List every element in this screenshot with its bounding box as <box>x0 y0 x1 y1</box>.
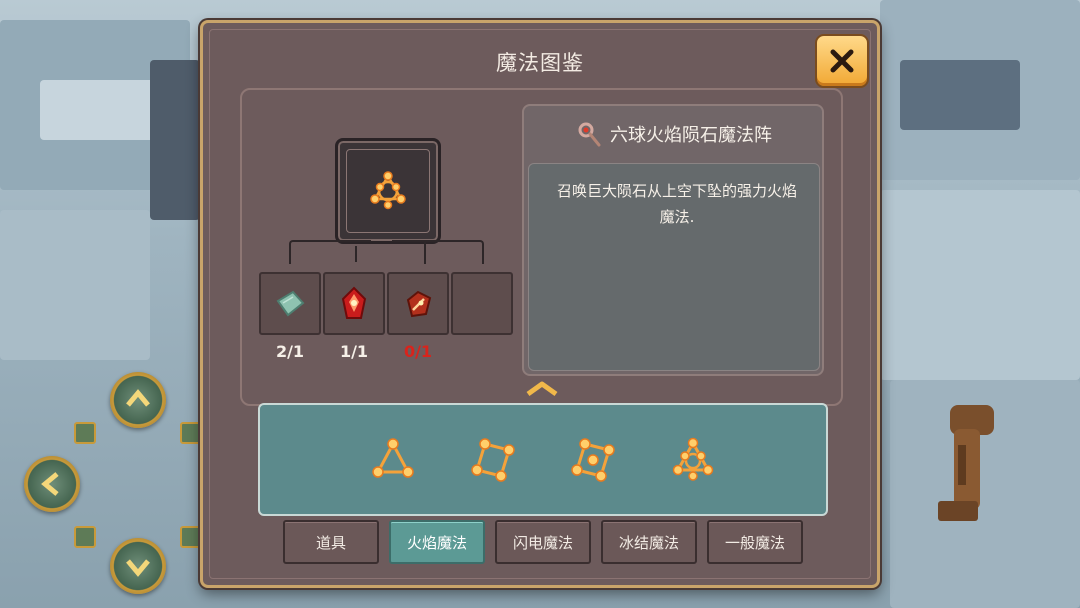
wooden-statue <box>938 405 994 521</box>
chevron-up-icon <box>126 389 150 407</box>
spell-item[interactable] <box>567 434 619 486</box>
category-tabs: 道具 火焰魔法 闪电魔法 冰结魔法 一般魔法 <box>283 520 803 564</box>
magic-encyclopedia-panel: 魔法图鉴 2/1 1/1 0/1 六球火焰陨石魔法阵 召唤巨大陨石从上空下坠的强… <box>200 20 880 588</box>
chevron-down-icon <box>126 559 150 577</box>
tab-items[interactable]: 道具 <box>283 520 379 564</box>
tab-lightning-magic[interactable]: 闪电魔法 <box>495 520 591 564</box>
dpad-corner-icon <box>74 422 96 444</box>
ingredient-count: 1/1 <box>339 342 369 361</box>
tab-ice-magic[interactable]: 冰结魔法 <box>601 520 697 564</box>
chevron-up-icon[interactable] <box>522 378 562 398</box>
spell-description-box: 六球火焰陨石魔法阵 召唤巨大陨石从上空下坠的强力火焰魔法. <box>522 104 824 376</box>
dpad-corner-icon <box>74 526 96 548</box>
spell-list <box>258 403 828 516</box>
dpad-corner-icon <box>180 422 202 444</box>
ingredient-counts: 2/1 1/1 0/1 <box>259 342 513 361</box>
spell-name: 六球火焰陨石魔法阵 <box>610 125 772 146</box>
snow-block <box>0 210 150 360</box>
ingredient-count-short: 0/1 <box>403 342 433 361</box>
spell-description: 召唤巨大陨石从上空下坠的强力火焰魔法. <box>528 163 820 371</box>
chevron-left-icon <box>41 472 59 496</box>
fire-square-center-icon <box>571 437 615 482</box>
fire-crystal-icon <box>341 286 367 319</box>
spell-item-selected[interactable] <box>667 434 719 486</box>
stone-slab-icon <box>276 290 305 316</box>
tab-general-magic[interactable]: 一般魔法 <box>707 520 803 564</box>
ingredient-slot[interactable] <box>323 272 385 335</box>
ingredient-count: 2/1 <box>275 342 305 361</box>
ingredient-slot[interactable] <box>387 272 449 335</box>
staff-icon <box>578 122 601 147</box>
dpad-up-button[interactable] <box>110 372 166 428</box>
dpad-down-button[interactable] <box>110 538 166 594</box>
spell-item[interactable] <box>467 434 519 486</box>
tab-fire-magic[interactable]: 火焰魔法 <box>389 520 485 564</box>
fire-gem-icon <box>406 290 432 317</box>
ingredient-slots <box>259 272 513 335</box>
fire-triangle-circle-icon <box>370 171 406 210</box>
spell-header: 六球火焰陨石魔法阵 <box>524 120 822 148</box>
spell-item[interactable] <box>367 434 419 486</box>
dpad-corner-icon <box>180 526 202 548</box>
stone-pillar <box>150 60 200 220</box>
movement-dpad[interactable] <box>22 372 212 602</box>
snow-block <box>880 190 1080 380</box>
dpad-left-button[interactable] <box>24 456 80 512</box>
fire-triangle-circle-icon <box>672 437 714 481</box>
snow-block <box>40 80 160 140</box>
close-button[interactable] <box>815 34 869 88</box>
recipe-result-slot[interactable] <box>335 138 441 244</box>
fire-square-icon <box>471 437 515 482</box>
ingredient-slot[interactable] <box>259 272 321 335</box>
fire-triangle-icon <box>372 437 414 478</box>
close-x-icon <box>830 49 854 73</box>
panel-title: 魔法图鉴 <box>496 51 584 75</box>
snow-block <box>900 60 1020 130</box>
ingredient-slot-empty[interactable] <box>451 272 513 335</box>
ingredient-count <box>451 342 513 361</box>
recipe-frame: 2/1 1/1 0/1 六球火焰陨石魔法阵 召唤巨大陨石从上空下坠的强力火焰魔法… <box>240 88 843 406</box>
